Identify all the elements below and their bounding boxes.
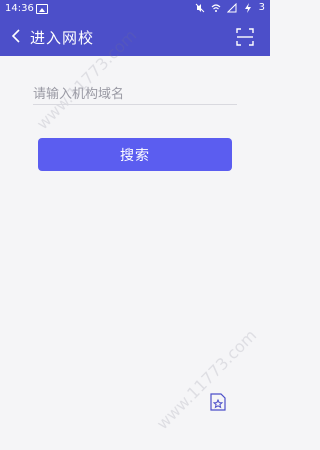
search-button[interactable]: 搜索: [38, 138, 232, 171]
charging-icon: [244, 2, 251, 13]
status-bar: 14:36 3: [0, 0, 270, 18]
scan-icon[interactable]: [236, 28, 254, 46]
back-arrow-icon[interactable]: [8, 27, 26, 45]
wifi-icon: [211, 3, 221, 12]
bookmark-star-icon[interactable]: [208, 392, 228, 412]
battery-level: 3: [258, 2, 265, 13]
status-icons: 3: [195, 2, 265, 13]
domain-search-input[interactable]: [33, 84, 237, 105]
image-notification-icon: [36, 4, 48, 14]
page-title: 进入网校: [30, 29, 95, 47]
mute-icon: [195, 3, 204, 12]
signal-icon: [226, 2, 237, 12]
watermark: www.11773.com: [152, 325, 261, 434]
status-time: 14:36: [5, 3, 34, 14]
